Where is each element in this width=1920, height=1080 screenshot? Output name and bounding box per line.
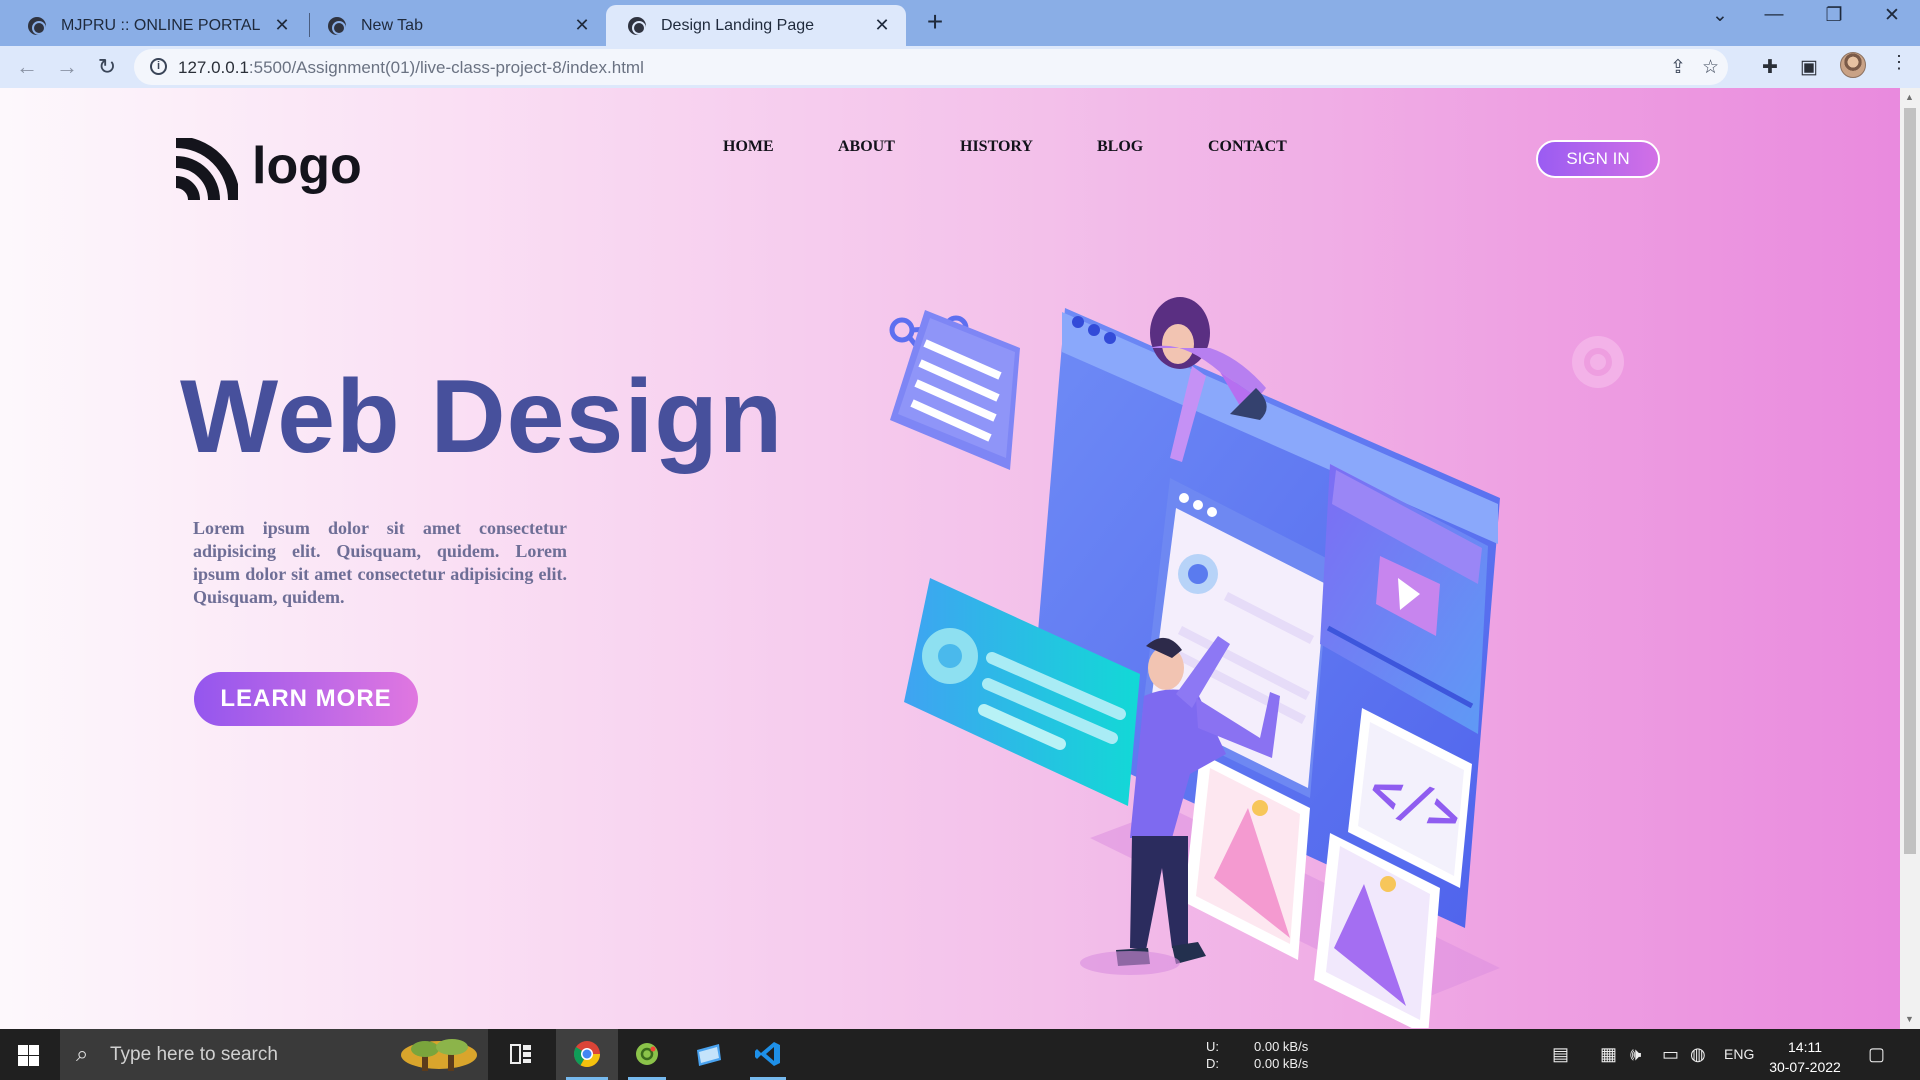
upload-label: U: <box>1206 1039 1219 1054</box>
close-window-button[interactable]: ✕ <box>1872 4 1912 27</box>
upload-rate: 0.00 kB/s <box>1254 1039 1309 1054</box>
battery-icon[interactable]: ▭ <box>1662 1044 1679 1065</box>
globe-icon <box>628 16 646 35</box>
restore-button[interactable]: ❐ <box>1814 4 1854 27</box>
page-viewport: logo HOME ABOUT HISTORY BLOG CONTACT SIG… <box>0 88 1900 1029</box>
clock-time: 14:11 <box>1788 1039 1822 1055</box>
file-explorer-icon[interactable] <box>680 1029 736 1080</box>
scroll-down-arrow-icon[interactable]: ▼ <box>1905 1014 1914 1024</box>
chrome-taskbar-icon[interactable] <box>556 1029 618 1080</box>
learn-more-button[interactable]: LEARN MORE <box>194 672 418 726</box>
gear-icon <box>1572 336 1624 388</box>
share-icon[interactable]: ⇪ <box>1670 56 1686 79</box>
keyboard-icon[interactable]: ▦ <box>1600 1044 1617 1065</box>
net-rates: 0.00 kB/s 0.00 kB/s <box>1254 1038 1308 1072</box>
volume-icon[interactable]: 🕪 <box>1630 1044 1641 1065</box>
tab-design-landing-page[interactable]: Design Landing Page ✕ <box>606 5 906 46</box>
search-placeholder: Type here to search <box>110 1044 278 1065</box>
search-highlight-image-icon <box>401 1039 477 1071</box>
tab-search-chevron-icon[interactable]: ⌄ <box>1700 4 1740 27</box>
sign-in-button[interactable]: SIGN IN <box>1536 140 1660 178</box>
close-icon[interactable]: ✕ <box>572 15 592 36</box>
close-icon[interactable]: ✕ <box>872 15 892 36</box>
nav-history[interactable]: HISTORY <box>960 138 1033 156</box>
nav-contact[interactable]: CONTACT <box>1208 138 1287 156</box>
notification-icon[interactable]: ▢ <box>1868 1044 1885 1065</box>
forward-arrow-icon[interactable]: → <box>50 51 84 83</box>
tab-mjpru[interactable]: MJPRU :: ONLINE PORTAL ✕ <box>6 5 306 46</box>
site-info-icon[interactable]: i <box>150 58 167 75</box>
hero-illustration: </> <box>889 297 1624 1028</box>
globe-icon <box>28 16 46 35</box>
bookmark-star-icon[interactable]: ☆ <box>1702 56 1719 79</box>
url-host: 127.0.0.1 <box>178 58 249 77</box>
tab-title: New Tab <box>361 16 423 34</box>
browser-toolbar: ← → ↻ i 127.0.0.1:5500/Assignment(01)/li… <box>0 46 1920 88</box>
chameleon-app-icon[interactable] <box>618 1029 676 1080</box>
nav-about[interactable]: ABOUT <box>838 138 895 156</box>
tab-title: MJPRU :: ONLINE PORTAL <box>61 16 261 34</box>
url-path: :5500/Assignment(01)/live-class-project-… <box>248 58 644 77</box>
scroll-thumb[interactable] <box>1904 108 1916 854</box>
task-view-icon[interactable] <box>494 1029 550 1080</box>
menu-kebab-icon[interactable]: ⋮ <box>1890 52 1908 73</box>
download-rate: 0.00 kB/s <box>1254 1056 1309 1071</box>
hero-paragraph: Lorem ipsum dolor sit amet consectetur a… <box>193 518 567 607</box>
hero-title: Web Design <box>180 359 784 475</box>
network-globe-icon[interactable]: ◍ <box>1690 1044 1706 1065</box>
windows-start-icon[interactable] <box>18 1045 39 1066</box>
chrome-icon <box>328 16 346 35</box>
url-text[interactable]: 127.0.0.1:5500/Assignment(01)/live-class… <box>178 58 644 78</box>
page-scrollbar[interactable]: ▲ ▼ <box>1900 88 1920 1029</box>
logo-rss-icon[interactable] <box>174 138 238 202</box>
logo-text[interactable]: logo <box>252 136 362 196</box>
vscode-taskbar-icon[interactable] <box>740 1029 796 1080</box>
clock-date: 30-07-2022 <box>1769 1059 1841 1075</box>
close-icon[interactable]: ✕ <box>272 15 292 36</box>
back-arrow-icon[interactable]: ← <box>10 51 44 83</box>
reading-list-icon[interactable]: ▣ <box>1800 56 1818 79</box>
tab-title: Design Landing Page <box>661 16 815 34</box>
clock[interactable]: 14:11 30-07-2022 <box>1768 1037 1842 1077</box>
new-tab-button[interactable]: + <box>922 6 948 38</box>
extensions-puzzle-icon[interactable]: ✚ <box>1762 56 1778 79</box>
news-widget-icon[interactable]: ▤ <box>1552 1044 1569 1065</box>
reload-icon[interactable]: ↻ <box>90 51 124 83</box>
scroll-up-arrow-icon[interactable]: ▲ <box>1905 92 1914 102</box>
net-labels: U: D: <box>1206 1038 1219 1072</box>
minimize-button[interactable]: — <box>1754 4 1794 26</box>
profile-avatar[interactable] <box>1840 52 1866 78</box>
taskbar-search-box[interactable]: ⌕ Type here to search <box>60 1029 488 1080</box>
address-bar[interactable]: i 127.0.0.1:5500/Assignment(01)/live-cla… <box>134 49 1728 85</box>
browser-tabstrip: MJPRU :: ONLINE PORTAL ✕ New Tab ✕ Desig… <box>0 0 1920 46</box>
search-icon: ⌕ <box>76 1041 89 1066</box>
windows-taskbar: ⌕ Type here to search U: D: 0.00 kB/s 0.… <box>0 1029 1920 1080</box>
nav-blog[interactable]: BLOG <box>1097 138 1143 156</box>
nav-home[interactable]: HOME <box>723 138 774 156</box>
download-label: D: <box>1206 1056 1219 1071</box>
tab-new-tab[interactable]: New Tab ✕ <box>306 5 606 46</box>
language-indicator[interactable]: ENG <box>1724 1046 1754 1062</box>
